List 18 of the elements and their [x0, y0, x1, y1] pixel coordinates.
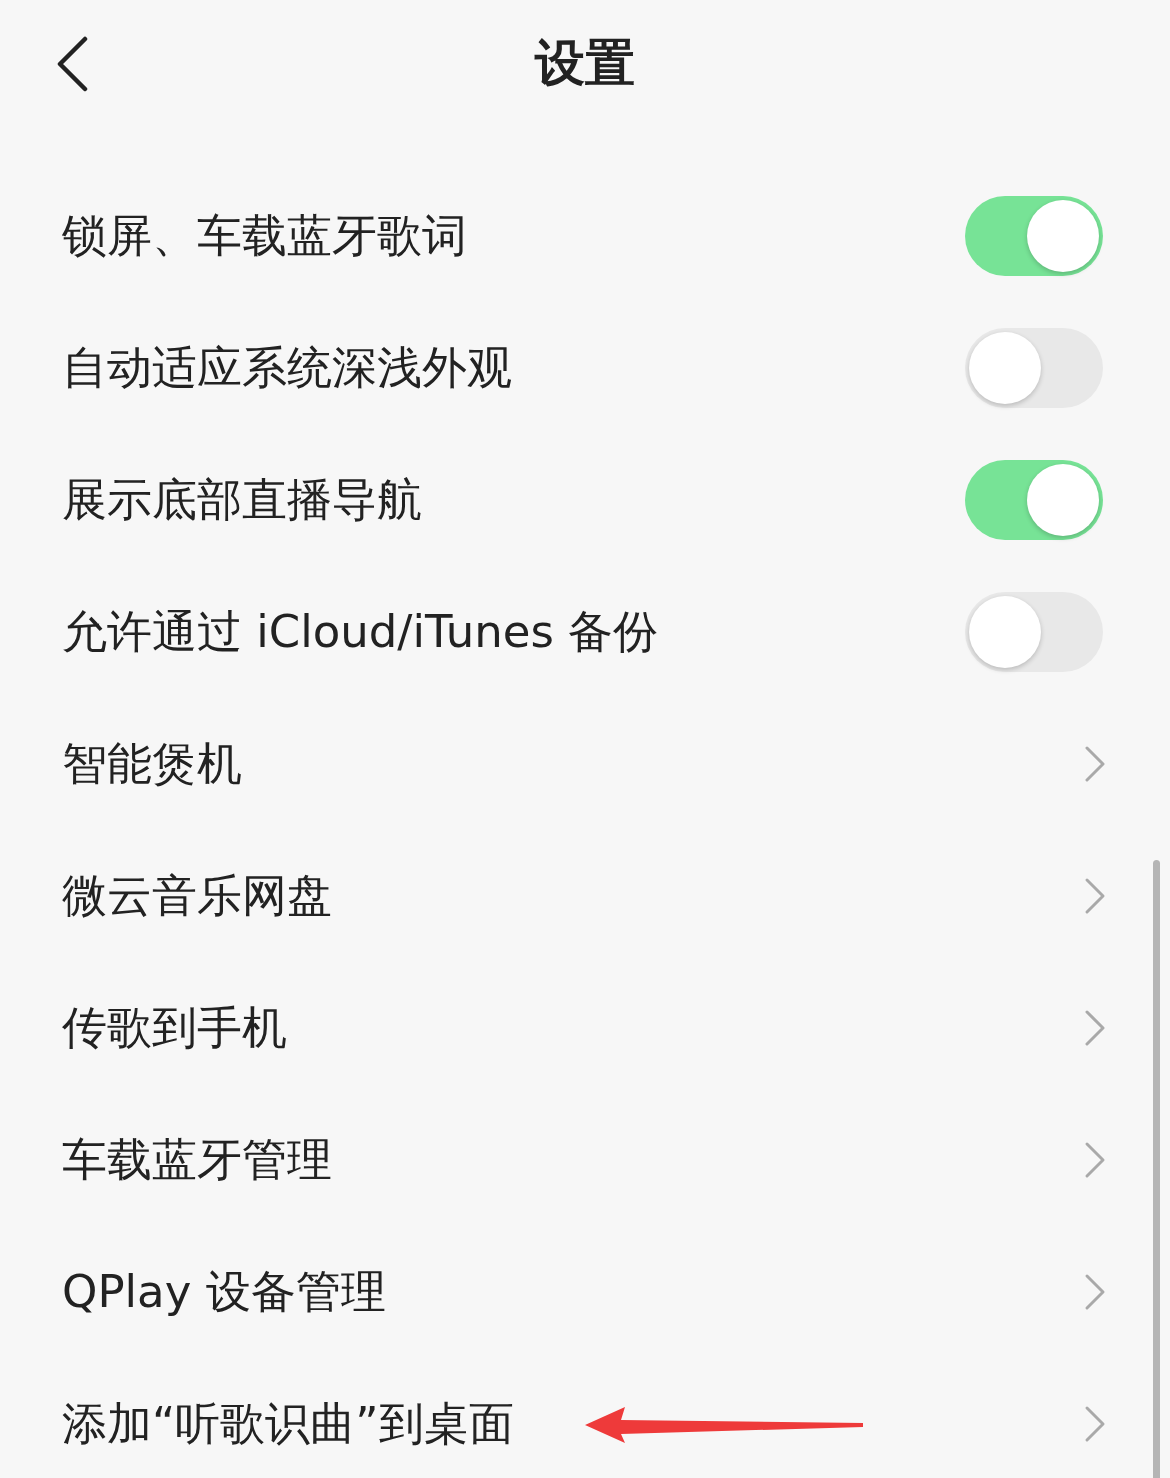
- chevron-right-icon[interactable]: [1084, 1405, 1106, 1443]
- setting-label: 锁屏、车载蓝牙歌词: [62, 208, 467, 264]
- setting-label: 展示底部直播导航: [62, 472, 422, 528]
- setting-label: 自动适应系统深浅外观: [62, 340, 512, 396]
- setting-label: 添加“听歌识曲”到桌面: [62, 1396, 514, 1452]
- setting-label: QPlay 设备管理: [62, 1264, 386, 1320]
- setting-label: 微云音乐网盘: [62, 868, 332, 924]
- chevron-right-icon[interactable]: [1084, 745, 1106, 783]
- chevron-right-icon[interactable]: [1084, 1273, 1106, 1311]
- back-icon[interactable]: [55, 36, 89, 92]
- chevron-right-icon[interactable]: [1084, 1009, 1106, 1047]
- chevron-right-icon[interactable]: [1084, 877, 1106, 915]
- setting-label: 传歌到手机: [62, 1000, 287, 1056]
- page-title: 设置: [535, 32, 635, 94]
- setting-label: 车载蓝牙管理: [62, 1132, 332, 1188]
- setting-label: 允许通过 iCloud/iTunes 备份: [62, 604, 659, 660]
- setting-label: 智能煲机: [62, 736, 242, 792]
- chevron-right-icon[interactable]: [1084, 1141, 1106, 1179]
